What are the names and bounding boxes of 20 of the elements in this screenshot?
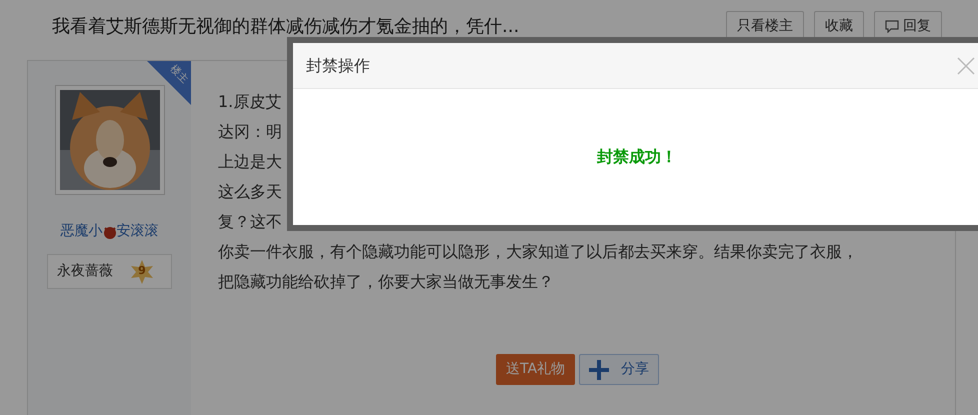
- success-message: 封禁成功！: [597, 146, 677, 168]
- title-text: 永夜蔷薇: [57, 262, 113, 281]
- post-text-line: 达冈：明: [218, 121, 282, 143]
- post-text-line: 1.原皮艾: [218, 91, 282, 113]
- comment-icon: [885, 20, 899, 32]
- gift-button[interactable]: 送TA礼物: [496, 354, 576, 385]
- post-text-line: 复？这不: [218, 211, 282, 233]
- close-icon[interactable]: [957, 56, 975, 74]
- username-link[interactable]: 恶魔小: [60, 221, 102, 242]
- dialog-title: 封禁操作: [306, 54, 370, 76]
- post-text-line: 把隐藏功能给砍掉了，你要大家当做无事发生？: [218, 271, 554, 293]
- devil-icon: [102, 224, 116, 238]
- post-text-line: 这么多天: [218, 181, 282, 203]
- username-link[interactable]: 安滚滚: [116, 221, 158, 242]
- post-text-line: 你卖一件衣服，有个隐藏功能可以隐形，大家知道了以后都去买来穿。结果你卖完了衣服，: [218, 241, 858, 263]
- plus-icon: [589, 360, 610, 380]
- thread-title: 我看着艾斯德斯无视御的群体减伤减伤才氪金抽的，凭什...: [51, 14, 520, 38]
- level-badge: 9: [129, 258, 155, 284]
- share-button[interactable]: 分享: [579, 354, 660, 385]
- post-text-line: 上边是大: [218, 151, 282, 173]
